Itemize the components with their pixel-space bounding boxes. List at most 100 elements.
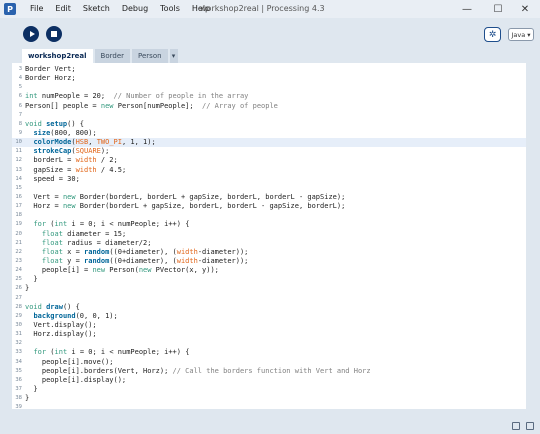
code-line[interactable]: 22 float x = random((0+diameter), (width… [12,248,526,257]
code-line[interactable]: 34 people[i].move(); [12,358,526,367]
code-line[interactable]: 11 strokeCap(SQUARE); [12,147,526,156]
line-number: 19 [15,221,22,228]
menu-tools[interactable]: Tools [154,0,186,18]
processing-logo-icon[interactable]: P [4,3,16,15]
line-code[interactable]: float diameter = 15; [25,230,126,239]
line-code[interactable]: gapSize = width / 4.5; [25,166,126,175]
code-line[interactable]: 29 background(0, 0, 1); [12,312,526,321]
code-line[interactable]: 38} [12,394,526,403]
tab-workshop2real[interactable]: workshop2real [22,49,93,63]
editor-scrollbar[interactable] [526,63,529,409]
code-line[interactable]: 6 int numPeople = 20; // Number of people… [12,92,526,101]
tab-person[interactable]: Person [132,49,168,63]
code-line[interactable]: 37 } [12,385,526,394]
code-line[interactable]: 36 people[i].display(); [12,376,526,385]
code-line[interactable]: 27 [12,294,526,303]
code-line[interactable]: 13 gapSize = width / 4.5; [12,166,526,175]
line-code[interactable]: void draw() { [25,303,80,312]
menu-edit[interactable]: Edit [49,0,77,18]
line-number: 27 [15,294,22,301]
line-number: 20 [15,230,22,237]
tab-menu-button[interactable]: ▾ [169,49,178,63]
code-line[interactable]: 24 people[i] = new Person(new PVector(x,… [12,266,526,275]
code-line[interactable]: 26} [12,284,526,293]
line-code[interactable]: int numPeople = 20; // Number of people … [25,92,248,101]
code-line[interactable]: 7 [12,111,526,120]
code-line[interactable]: 30 Vert.display(); [12,321,526,330]
line-code[interactable]: void setup() { [25,120,84,129]
line-number: 21 [15,239,22,246]
code-line[interactable]: 31 Horz.display(); [12,330,526,339]
code-line[interactable]: 9 size(800, 800); [12,129,526,138]
line-code[interactable]: float x = random((0+diameter), (width-di… [25,248,249,257]
line-code[interactable]: float radius = diameter/2; [25,239,152,248]
code-line[interactable]: 19 for (int i = 0; i < numPeople; i++) { [12,220,526,229]
code-line[interactable]: 3 Border Vert; [12,65,526,74]
code-line[interactable]: 5 [12,83,526,92]
code-line[interactable]: 23 float y = random((0+diameter), (width… [12,257,526,266]
line-code[interactable]: } [25,275,37,284]
code-line[interactable]: 4 Border Horz; [12,74,526,83]
line-code[interactable]: borderL = width / 2; [25,156,117,165]
maximize-icon[interactable]: ☐ [485,0,511,18]
line-number: 33 [15,349,22,356]
line-code[interactable]: Person[] people = new Person[numPeople];… [25,102,278,111]
line-code[interactable]: colorMode(HSB, TWO_PI, 1, 1); [25,138,155,147]
menu-sketch[interactable]: Sketch [77,0,116,18]
minimize-icon[interactable]: — [454,0,480,18]
code-line[interactable]: 14 speed = 30; [12,175,526,184]
line-code[interactable]: Border Horz; [25,74,76,83]
tab-border[interactable]: Border [94,49,131,63]
run-button[interactable] [23,26,39,42]
code-line[interactable]: 35 people[i].borders(Vert, Horz); // Cal… [12,367,526,376]
line-code[interactable]: Vert.display(); [25,321,96,330]
debugger-button[interactable]: ✲ [484,27,501,42]
close-icon[interactable]: ✕ [512,0,538,18]
code-line[interactable]: 25 } [12,275,526,284]
line-code[interactable]: Horz = new Border(borderL + gapSize, bor… [25,202,345,211]
errors-icon[interactable] [526,422,534,430]
line-code[interactable]: } [25,385,37,394]
code-line[interactable]: 6 Person[] people = new Person[numPeople]… [12,102,526,111]
line-code[interactable]: people[i].borders(Vert, Horz); // Call t… [25,367,371,376]
line-code[interactable]: size(800, 800); [25,129,96,138]
code-line[interactable]: 39 [12,403,526,409]
code-line[interactable]: 16 Vert = new Border(borderL, borderL + … [12,193,526,202]
line-number: 4 [18,75,22,82]
line-number: 26 [15,285,22,292]
code-line[interactable]: 10 colorMode(HSB, TWO_PI, 1, 1); [12,138,526,148]
line-code[interactable]: Vert = new Border(borderL, borderL + gap… [25,193,345,202]
code-line[interactable]: 28 void draw() { [12,303,526,312]
line-number: 15 [15,184,22,191]
line-code[interactable]: background(0, 0, 1); [25,312,117,321]
code-line[interactable]: 33 for (int i = 0; i < numPeople; i++) { [12,348,526,357]
line-number: 38 [15,395,22,402]
line-code[interactable]: for (int i = 0; i < numPeople; i++) { [25,220,189,229]
code-line[interactable]: 21 float radius = diameter/2; [12,239,526,248]
menu-debug[interactable]: Debug [116,0,154,18]
line-code[interactable]: speed = 30; [25,175,79,184]
code-line[interactable]: 20 float diameter = 15; [12,230,526,239]
code-line[interactable]: 32 [12,339,526,348]
stop-button[interactable] [46,26,62,42]
line-code[interactable]: float y = random((0+diameter), (width-di… [25,257,249,266]
menu-file[interactable]: File [24,0,49,18]
line-code[interactable]: } [25,394,29,403]
line-code[interactable]: people[i].move(); [25,358,114,367]
line-code[interactable]: Horz.display(); [25,330,96,339]
code-line[interactable]: 17 Horz = new Border(borderL + gapSize, … [12,202,526,211]
code-editor[interactable]: 3 Border Vert; 4 Border Horz; 5 6 int numPeopl… [12,63,526,409]
line-code[interactable]: people[i] = new Person(new PVector(x, y)… [25,266,219,275]
code-line[interactable]: 18 [12,211,526,220]
mode-selector[interactable]: Java ▾ [508,28,534,41]
code-line[interactable]: 8 void setup() { [12,120,526,129]
line-code[interactable]: strokeCap(SQUARE); [25,147,109,156]
console-icon[interactable] [512,422,520,430]
line-number: 16 [15,193,22,200]
line-code[interactable]: Border Vert; [25,65,76,74]
code-line[interactable]: 12 borderL = width / 2; [12,156,526,165]
line-code[interactable]: people[i].display(); [25,376,126,385]
line-code[interactable]: } [25,284,29,293]
code-line[interactable]: 15 [12,184,526,193]
line-code[interactable]: for (int i = 0; i < numPeople; i++) { [25,348,189,357]
